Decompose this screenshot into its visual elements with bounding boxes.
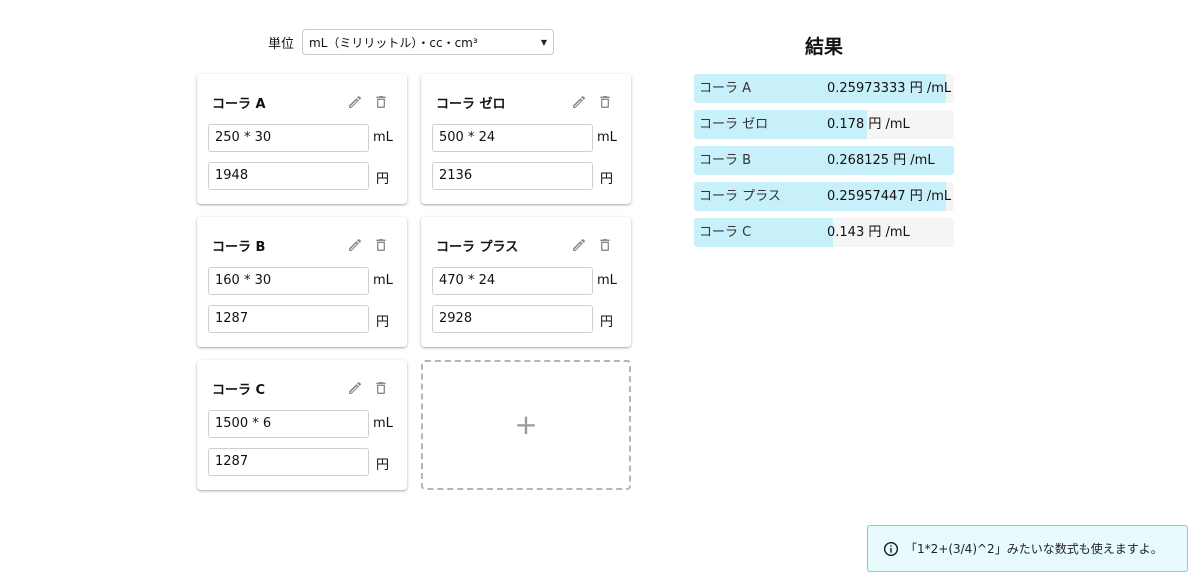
trash-icon[interactable] [597,237,613,253]
card-actions [571,237,613,253]
unit-select[interactable]: mL（ミリリットル）・cc・cm³ ▼ [302,29,555,55]
volume-input[interactable]: 250 * 30 [208,124,369,152]
item-card: コーラ ゼロ 500 * 24 mL 2136 円 [421,74,631,204]
price-input[interactable]: 2928 [432,305,593,333]
hint-message: 「1*2+(3/4)^2」みたいな数式も使えますよ。 [905,542,1163,556]
add-item-button[interactable]: + [421,360,631,490]
trash-icon[interactable] [373,380,389,396]
pencil-icon[interactable] [571,237,587,253]
item-card: コーラ プラス 470 * 24 mL 2928 円 [421,217,631,347]
volume-unit: mL [373,130,393,145]
result-row: コーラ ゼロ 0.178 円 /mL [694,110,954,139]
result-name: コーラ C [699,225,752,240]
trash-icon[interactable] [373,237,389,253]
app-root: 単位 mL（ミリリットル）・cc・cm³ ▼ コーラ A 250 * 30 mL… [0,0,1200,584]
volume-unit: mL [373,273,393,288]
card-title: コーラ ゼロ [436,97,506,112]
price-input[interactable]: 1287 [208,448,369,476]
price-input[interactable]: 1287 [208,305,369,333]
volume-input[interactable]: 160 * 30 [208,267,369,295]
result-value: 0.25973333 円 /mL [827,81,952,96]
result-name: コーラ プラス [699,189,781,204]
price-unit: 円 [600,315,614,330]
trash-icon[interactable] [373,94,389,110]
item-card: コーラ C 1500 * 6 mL 1287 円 [197,360,407,490]
hint-toast: 「1*2+(3/4)^2」みたいな数式も使えますよ。 [867,525,1188,572]
card-actions [347,380,389,396]
pencil-icon[interactable] [347,94,363,110]
results-title: 結果 [804,36,843,58]
price-unit: 円 [376,458,390,473]
card-actions [571,94,613,110]
result-name: コーラ A [699,81,752,96]
volume-unit: mL [597,273,617,288]
result-row: コーラ B 0.268125 円 /mL [694,146,954,175]
volume-input[interactable]: 500 * 24 [432,124,593,152]
result-value: 0.143 円 /mL [827,225,910,240]
pencil-icon[interactable] [571,94,587,110]
volume-unit: mL [597,130,617,145]
volume-input[interactable]: 1500 * 6 [208,410,369,438]
volume-unit: mL [373,416,393,431]
card-title: コーラ A [212,97,266,112]
card-title: コーラ C [212,383,266,398]
unit-label: 単位 [268,36,295,52]
price-input[interactable]: 2136 [432,162,593,190]
result-value: 0.268125 円 /mL [827,153,935,168]
result-name: コーラ B [699,153,752,168]
result-row: コーラ プラス 0.25957447 円 /mL [694,182,954,211]
card-title: コーラ プラス [436,240,519,255]
result-row: コーラ C 0.143 円 /mL [694,218,954,247]
result-value: 0.25957447 円 /mL [827,189,952,204]
result-name: コーラ ゼロ [699,117,769,132]
pencil-icon[interactable] [347,237,363,253]
plus-icon: + [514,408,538,441]
volume-input[interactable]: 470 * 24 [432,267,593,295]
item-card: コーラ B 160 * 30 mL 1287 円 [197,217,407,347]
pencil-icon[interactable] [347,380,363,396]
result-row: コーラ A 0.25973333 円 /mL [694,74,954,103]
item-card: コーラ A 250 * 30 mL 1948 円 [197,74,407,204]
unit-row: 単位 mL（ミリリットル）・cc・cm³ ▼ [268,29,555,55]
unit-select-value: mL（ミリリットル）・cc・cm³ [309,35,478,50]
trash-icon[interactable] [597,94,613,110]
card-actions [347,237,389,253]
price-unit: 円 [600,172,614,187]
card-title: コーラ B [212,240,266,255]
price-unit: 円 [376,172,390,187]
card-actions [347,94,389,110]
result-value: 0.178 円 /mL [827,117,910,132]
chevron-down-icon: ▼ [540,37,548,47]
price-unit: 円 [376,315,390,330]
price-input[interactable]: 1948 [208,162,369,190]
info-icon [883,541,899,557]
